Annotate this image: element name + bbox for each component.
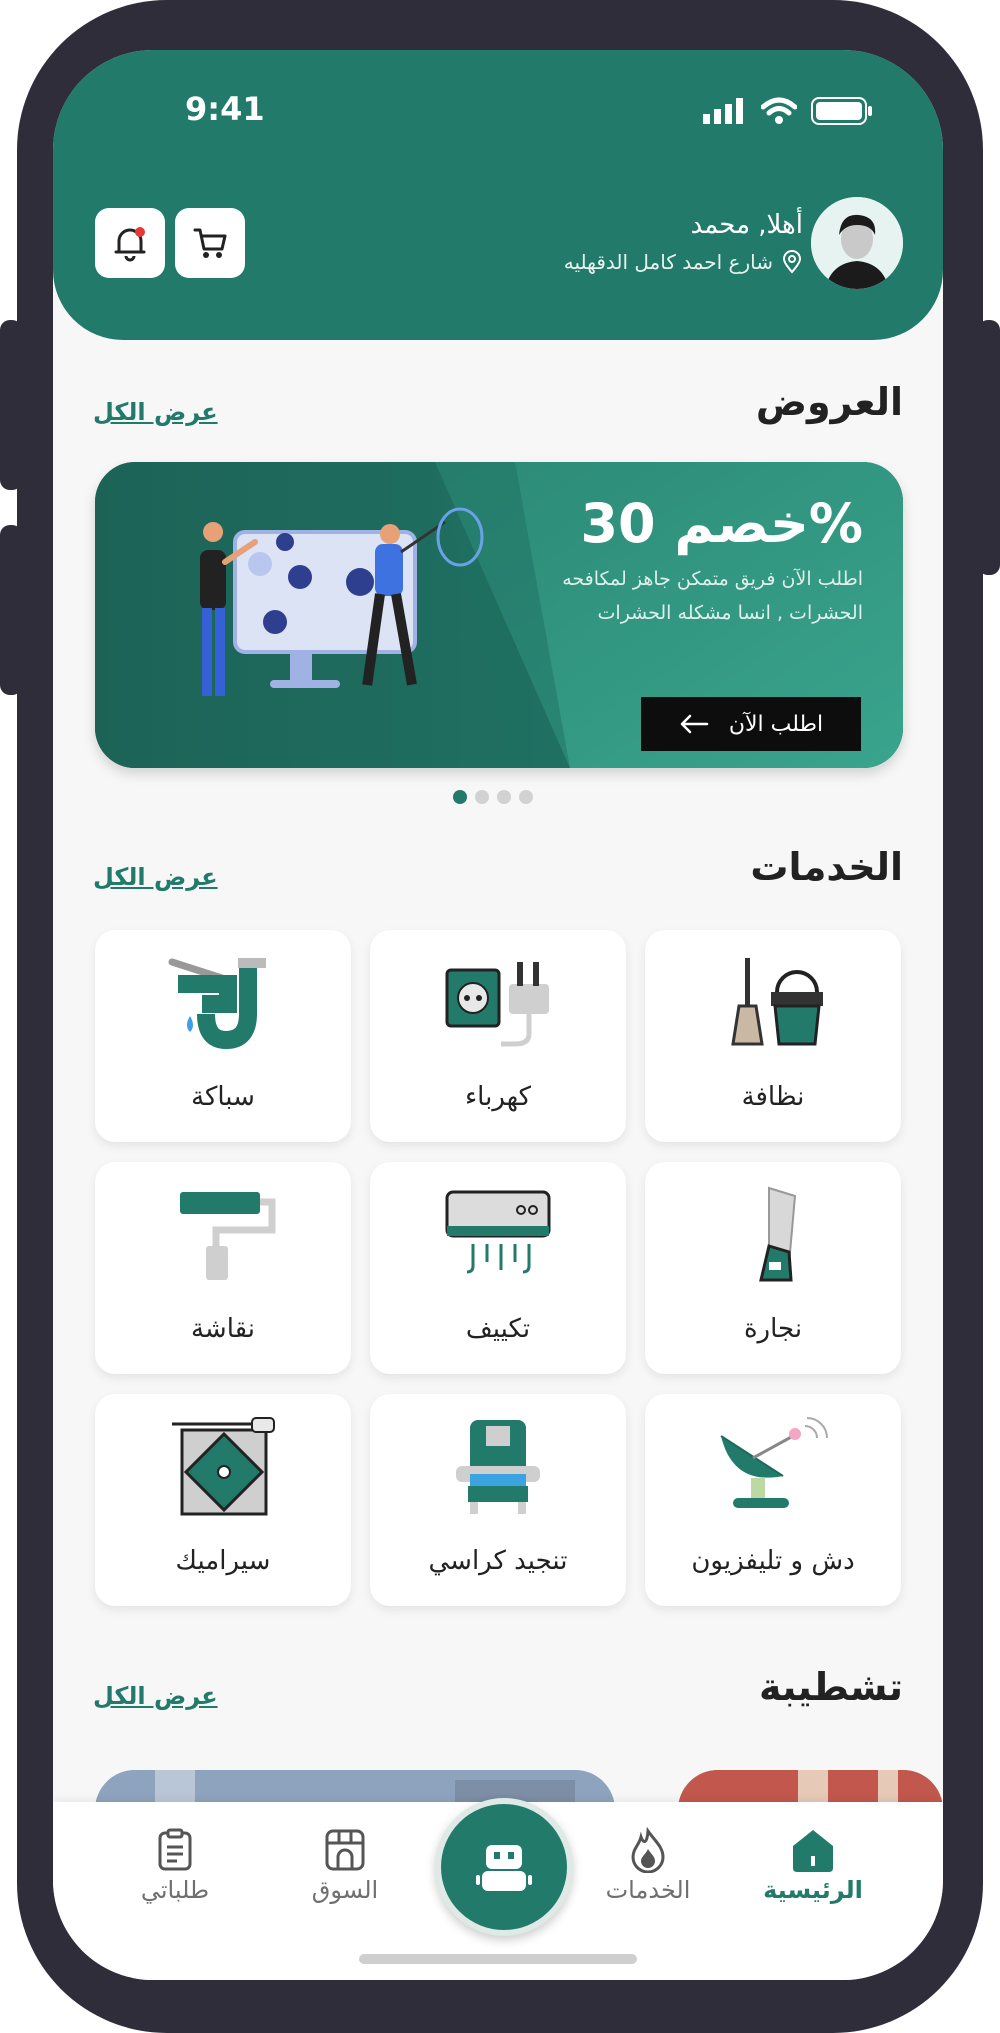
nav-label: الرئيسية bbox=[763, 1876, 863, 1904]
satellite-dish-icon bbox=[720, 1417, 828, 1508]
service-card-cleaning[interactable]: نظافة bbox=[645, 930, 901, 1142]
service-card-upholstery[interactable]: تنجيد كراسي bbox=[370, 1394, 626, 1606]
phone-screen: 9:41 أهلا, محمد شارع احمد كامل الدقهليه … bbox=[53, 50, 943, 1980]
nav-market[interactable]: السوق bbox=[285, 1824, 405, 1904]
arrow-left-icon bbox=[680, 714, 709, 734]
service-label: سيراميك bbox=[175, 1546, 271, 1576]
service-label: دش و تليفزيون bbox=[691, 1546, 855, 1576]
user-avatar[interactable] bbox=[811, 197, 903, 289]
assistant-bot-button[interactable] bbox=[435, 1798, 573, 1936]
plumbing-icon bbox=[168, 958, 266, 1050]
pest-control-illustration bbox=[200, 507, 484, 696]
carousel-dot[interactable] bbox=[453, 790, 467, 804]
painting-icon bbox=[180, 1192, 276, 1280]
carousel-dot[interactable] bbox=[497, 790, 511, 804]
orders-icon bbox=[158, 1828, 192, 1871]
services-title: الخدمات bbox=[750, 845, 903, 889]
order-now-label: اطلب الآن bbox=[728, 711, 824, 737]
air-conditioning-icon bbox=[445, 1190, 551, 1274]
service-card-plumbing[interactable]: سباكة bbox=[95, 930, 351, 1142]
bell-icon bbox=[114, 227, 146, 262]
nav-services[interactable]: الخدمات bbox=[588, 1824, 708, 1904]
offer-banner[interactable]: خصم 30% اطلب الآن فريق متمكن جاهز لمكافح… bbox=[95, 462, 903, 768]
service-label: نجارة bbox=[743, 1314, 803, 1344]
ceramic-tile-icon bbox=[172, 1417, 275, 1516]
service-label: سباكة bbox=[191, 1082, 255, 1112]
status-time: 9:41 bbox=[185, 90, 265, 128]
nav-orders[interactable]: طلباتي bbox=[115, 1824, 235, 1904]
robot-icon bbox=[476, 1845, 532, 1891]
avatar-image bbox=[811, 197, 903, 289]
services-see-all-link[interactable]: عرض الكل bbox=[93, 863, 218, 891]
banner-description: اطلب الآن فريق متمكن جاهز لمكافحه الحشرا… bbox=[562, 568, 863, 624]
service-card-satellite-tv[interactable]: دش و تليفزيون bbox=[645, 1394, 901, 1606]
side-button bbox=[0, 525, 22, 695]
nav-label: طلباتي bbox=[140, 1876, 210, 1904]
carousel-dot[interactable] bbox=[519, 790, 533, 804]
nav-home[interactable]: الرئيسية bbox=[753, 1824, 873, 1904]
service-card-electricity[interactable]: كهرباء bbox=[370, 930, 626, 1142]
greeting-text: أهلا, محمد bbox=[690, 210, 803, 240]
service-label: نظافة bbox=[741, 1082, 805, 1112]
nav-label: السوق bbox=[311, 1876, 379, 1904]
cart-button[interactable] bbox=[175, 208, 245, 278]
order-now-button[interactable]: اطلب الآن bbox=[641, 697, 861, 751]
home-icon bbox=[793, 1830, 833, 1872]
service-label: تنجيد كراسي bbox=[428, 1546, 568, 1576]
address-text: شارع احمد كامل الدقهليه bbox=[563, 250, 773, 274]
nav-label: الخدمات bbox=[605, 1876, 691, 1904]
home-indicator[interactable] bbox=[359, 1954, 637, 1964]
power-button bbox=[978, 320, 1000, 575]
signal-icon bbox=[703, 98, 743, 124]
cart-icon bbox=[193, 228, 227, 258]
location-pin-icon bbox=[782, 250, 802, 274]
carpentry-icon bbox=[759, 1186, 797, 1282]
service-label: تكييف bbox=[465, 1314, 531, 1344]
services-icon bbox=[631, 1827, 665, 1873]
service-card-carpentry[interactable]: نجارة bbox=[645, 1162, 901, 1374]
banner-headline: خصم 30% bbox=[580, 492, 863, 555]
service-card-air-conditioning[interactable]: تكييف bbox=[370, 1162, 626, 1374]
carousel-dots bbox=[453, 790, 533, 804]
upholstery-icon bbox=[456, 1420, 540, 1514]
notifications-button[interactable] bbox=[95, 208, 165, 278]
cleaning-icon bbox=[731, 958, 823, 1046]
side-button bbox=[0, 320, 22, 490]
app-header: 9:41 أهلا, محمد شارع احمد كامل الدقهليه bbox=[53, 50, 943, 340]
battery-icon bbox=[811, 97, 872, 125]
electricity-icon bbox=[445, 962, 549, 1047]
wifi-icon bbox=[761, 97, 797, 124]
offers-title: العروض bbox=[755, 380, 903, 424]
service-card-ceramic[interactable]: سيراميك bbox=[95, 1394, 351, 1606]
market-icon bbox=[325, 1829, 365, 1871]
service-card-painting[interactable]: نقاشة bbox=[95, 1162, 351, 1374]
finishing-title: تشطيبة bbox=[758, 1665, 903, 1709]
carousel-dot[interactable] bbox=[475, 790, 489, 804]
offers-see-all-link[interactable]: عرض الكل bbox=[93, 398, 218, 426]
finishing-see-all-link[interactable]: عرض الكل bbox=[93, 1682, 218, 1710]
status-icons bbox=[703, 96, 873, 126]
service-label: نقاشة bbox=[190, 1314, 256, 1344]
service-label: كهرباء bbox=[464, 1082, 532, 1112]
address-line[interactable]: شارع احمد كامل الدقهليه bbox=[564, 250, 803, 274]
